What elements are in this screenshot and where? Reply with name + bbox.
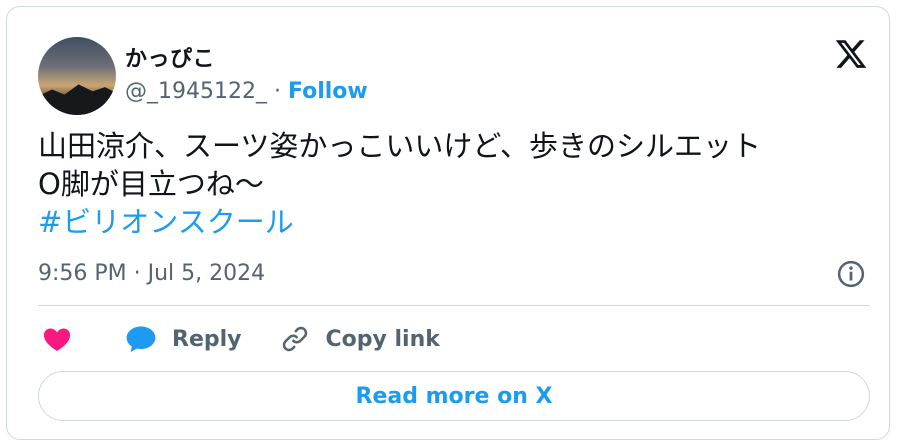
copy-link-label: Copy link (325, 326, 440, 352)
read-more-button[interactable]: Read more on X (38, 371, 870, 421)
follow-link[interactable]: Follow (288, 79, 368, 104)
tweet-embed-card: かっぴこ @_1945122_ · Follow 山田涼介、スーツ姿かっこいいけ… (6, 6, 890, 440)
like-button[interactable] (38, 324, 72, 354)
action-bar: Reply Copy link (38, 319, 440, 359)
tweet-text-line-1: 山田涼介、スーツ姿かっこいいけど、歩きのシルエット (38, 129, 761, 163)
user-handle[interactable]: @_1945122_ (125, 79, 267, 104)
display-name[interactable]: かっぴこ (125, 41, 215, 73)
reply-label: Reply (172, 326, 242, 352)
tweet-text-line-2: O脚が目立つね〜 (38, 167, 264, 201)
handle-separator: · (266, 79, 288, 104)
hashtag-link[interactable]: #ビリオンスクール (38, 203, 761, 241)
x-logo-icon[interactable] (833, 37, 869, 71)
avatar-silhouette (38, 84, 116, 115)
divider (38, 305, 870, 306)
heart-icon (43, 328, 71, 351)
read-more-label: Read more on X (355, 383, 553, 409)
info-icon[interactable] (836, 259, 866, 289)
copy-link-button[interactable]: Copy link (242, 324, 440, 354)
link-icon (282, 326, 307, 352)
avatar[interactable] (38, 37, 116, 115)
reply-bubble-icon (126, 326, 156, 353)
tweet-timestamp[interactable]: 9:56 PM · Jul 5, 2024 (38, 261, 265, 286)
handle-row: @_1945122_ · Follow (125, 79, 368, 104)
tweet-text: 山田涼介、スーツ姿かっこいいけど、歩きのシルエット O脚が目立つね〜 #ビリオン… (38, 127, 761, 241)
reply-button[interactable]: Reply (72, 324, 242, 354)
